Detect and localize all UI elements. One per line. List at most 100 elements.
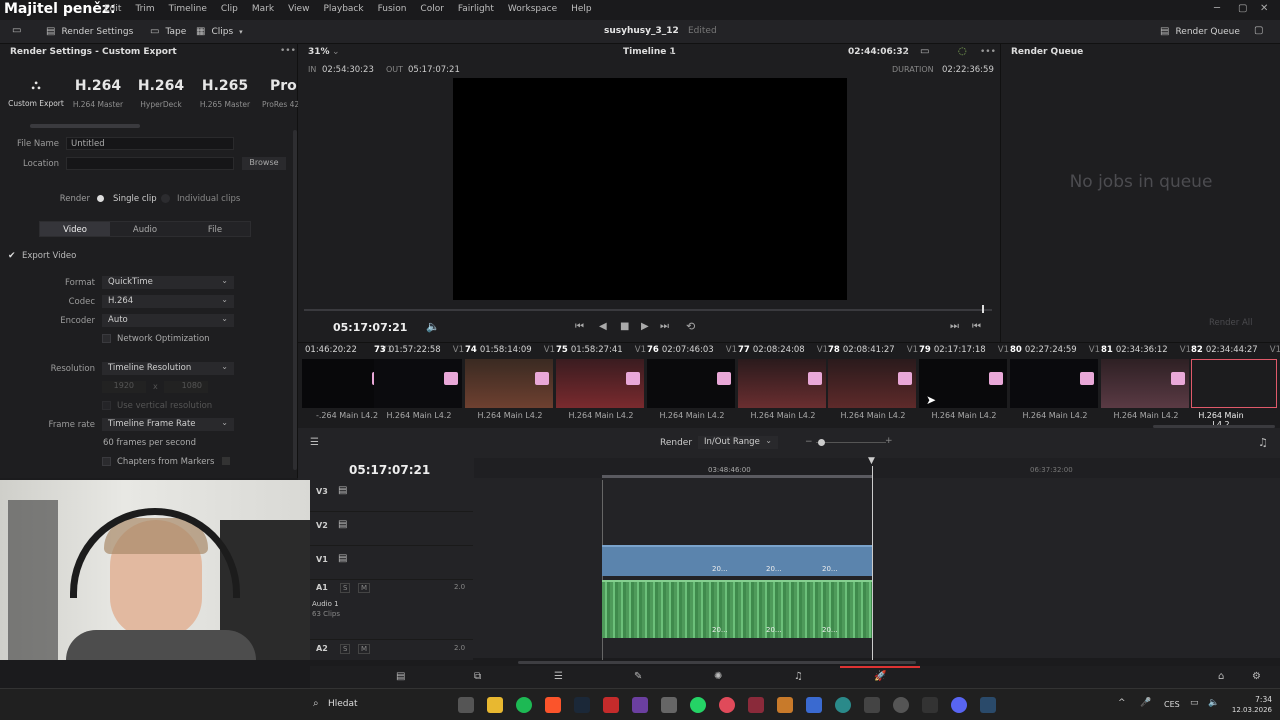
clip-item[interactable]: 73 01:57:22:58 V1 H.264 Main L4.2 — [374, 343, 464, 423]
clip-item[interactable]: 81 02:34:36:12 V1 H.264 Main L4.2 — [1101, 343, 1191, 423]
davinci-resolve-icon[interactable] — [980, 697, 996, 713]
track-clip-icon[interactable]: ▤ — [338, 519, 347, 530]
menu-timeline[interactable]: Timeline — [169, 4, 207, 14]
fusion-page-icon[interactable]: ✎ — [634, 671, 642, 682]
tab-video[interactable]: Video — [40, 222, 110, 236]
app-icon[interactable] — [806, 697, 822, 713]
export-video-checkbox[interactable]: ✔ — [8, 251, 16, 261]
clip-item[interactable]: 79 02:17:17:18 V1 H.264 Main L4.2 — [919, 343, 1009, 423]
render-range-dropdown[interactable]: In/Out Range ⌄ — [698, 436, 778, 449]
maximize-icon[interactable]: ▢ — [1238, 3, 1247, 14]
more-options-icon[interactable]: ••• — [980, 47, 996, 57]
media-page-icon[interactable]: ▤ — [396, 671, 405, 682]
task-view-icon[interactable] — [458, 697, 474, 713]
zoom-level[interactable]: 31% — [308, 47, 330, 57]
microphone-icon[interactable]: 🎤 — [1140, 698, 1151, 708]
video-app-icon[interactable] — [632, 697, 648, 713]
app-icon[interactable] — [864, 697, 880, 713]
render-settings-button[interactable]: ▤ Render Settings — [46, 26, 133, 37]
edit-page-icon[interactable]: ☰ — [554, 671, 563, 682]
menu-help[interactable]: Help — [571, 4, 592, 14]
clip-item[interactable]: 80 02:27:24:59 V1 H.264 Main L4.2 — [1010, 343, 1100, 423]
display-options-icon[interactable]: ▭ — [920, 46, 929, 57]
single-clip-radio[interactable] — [97, 195, 104, 202]
go-to-end-icon[interactable]: ⏭ — [660, 321, 669, 332]
playhead-marker[interactable]: ▼ — [868, 456, 875, 466]
menu-fairlight[interactable]: Fairlight — [458, 4, 494, 14]
chevron-up-icon[interactable]: ^ — [1118, 698, 1126, 708]
color-page-icon[interactable]: ✺ — [714, 671, 722, 682]
app-icon[interactable] — [777, 697, 793, 713]
minimize-icon[interactable]: ─ — [1214, 3, 1220, 14]
discord-icon[interactable] — [951, 697, 967, 713]
app-icon[interactable] — [893, 697, 909, 713]
vertical-resolution-checkbox[interactable] — [102, 401, 111, 410]
resolution-dropdown[interactable]: Timeline Resolution ⌄ — [102, 362, 234, 375]
individual-clips-radio[interactable] — [161, 194, 170, 203]
zoom-slider[interactable] — [816, 442, 886, 443]
video-clips-v1[interactable]: 20... 20... 20... — [602, 545, 872, 576]
clip-item[interactable]: 74 01:58:14:09 V1 H.264 Main L4.2 — [465, 343, 555, 423]
clip-item[interactable]: 76 02:07:46:03 V1 H.264 Main L4.2 — [647, 343, 737, 423]
viewer-scrubber[interactable] — [304, 309, 992, 311]
menu-edit[interactable]: Edit — [104, 4, 121, 14]
in-out-range[interactable] — [602, 475, 872, 478]
file-explorer-icon[interactable] — [487, 697, 503, 713]
app-icon[interactable] — [835, 697, 851, 713]
stop-icon[interactable]: ■ — [620, 321, 629, 332]
menu-mark[interactable]: Mark — [252, 4, 274, 14]
menu-clip[interactable]: Clip — [221, 4, 238, 14]
menu-color[interactable]: Color — [420, 4, 444, 14]
audio-clips-a1[interactable]: 20... 20... 20... — [602, 580, 872, 638]
zoom-slider-handle[interactable] — [818, 439, 825, 446]
home-icon[interactable]: ⌂ — [1218, 671, 1224, 682]
format-dropdown[interactable]: QuickTime ⌄ — [102, 276, 234, 289]
next-clip-icon[interactable]: ⏭ — [950, 321, 959, 332]
loop-icon[interactable]: ⟲ — [686, 320, 695, 333]
preset-hyperdeck[interactable]: H.264 HyperDeck — [125, 78, 197, 109]
panel-toggle-icon[interactable]: ▭ — [12, 25, 21, 36]
menu-trim[interactable]: Trim — [135, 4, 154, 14]
resolution-height-input[interactable]: 1080 — [164, 381, 208, 393]
render-queue-button[interactable]: ▤ Render Queue — [1160, 26, 1240, 37]
app-icon[interactable] — [719, 697, 735, 713]
search-icon[interactable]: ⌕ — [313, 698, 319, 709]
render-all-button[interactable]: Render All — [1209, 318, 1253, 328]
clips-button[interactable]: ▦ Clips ▾ — [196, 26, 243, 37]
frame-rate-dropdown[interactable]: Timeline Frame Rate ⌄ — [102, 418, 234, 431]
clip-item[interactable]: 77 02:08:24:08 V1 H.264 Main L4.2 — [738, 343, 828, 423]
preset-scrollbar[interactable] — [30, 124, 140, 128]
language-indicator[interactable]: CES — [1164, 700, 1180, 709]
go-to-start-icon[interactable]: ⏮ — [575, 321, 584, 332]
timeline-ruler[interactable] — [474, 458, 1280, 478]
app-icon[interactable] — [748, 697, 764, 713]
more-options-icon[interactable]: ••• — [280, 46, 296, 56]
menu-view[interactable]: View — [288, 4, 309, 14]
timeline-options-icon[interactable]: ☰ — [310, 437, 319, 448]
steam-icon[interactable] — [574, 697, 590, 713]
menu-playback[interactable]: Playback — [323, 4, 363, 14]
chevron-down-icon[interactable]: ⌄ — [332, 47, 340, 57]
play-icon[interactable]: ▶ — [641, 321, 649, 332]
encoder-dropdown[interactable]: Auto ⌄ — [102, 314, 234, 327]
track-clip-icon[interactable]: ▤ — [338, 485, 347, 496]
preset-prores[interactable]: ProRe ProRes 42 — [250, 78, 298, 109]
zoom-out-icon[interactable]: − — [805, 437, 813, 447]
x-app-icon[interactable] — [603, 697, 619, 713]
solo-button[interactable]: S — [340, 583, 351, 593]
mute-button[interactable]: M — [358, 644, 371, 654]
app-icon[interactable] — [661, 697, 677, 713]
clip-item-selected[interactable]: 8202:34:44:27V1 H.264 Main L4.2 — [1191, 343, 1280, 429]
app-icon[interactable] — [922, 697, 938, 713]
chevron-down-icon[interactable]: ⌄ — [902, 47, 910, 57]
chevron-down-icon[interactable]: ⌄ — [668, 47, 676, 57]
network-optimization-checkbox[interactable] — [102, 334, 111, 343]
tab-file[interactable]: File — [180, 222, 250, 236]
mute-button[interactable]: M — [358, 583, 371, 593]
tape-button[interactable]: ▭ Tape — [150, 26, 186, 37]
spotify-icon[interactable] — [516, 697, 532, 713]
timeline-playhead[interactable] — [872, 466, 873, 660]
color-options-icon[interactable]: ◌ — [958, 46, 967, 57]
network-icon[interactable]: ▭ — [1190, 698, 1199, 708]
zoom-in-icon[interactable]: + — [885, 436, 893, 446]
